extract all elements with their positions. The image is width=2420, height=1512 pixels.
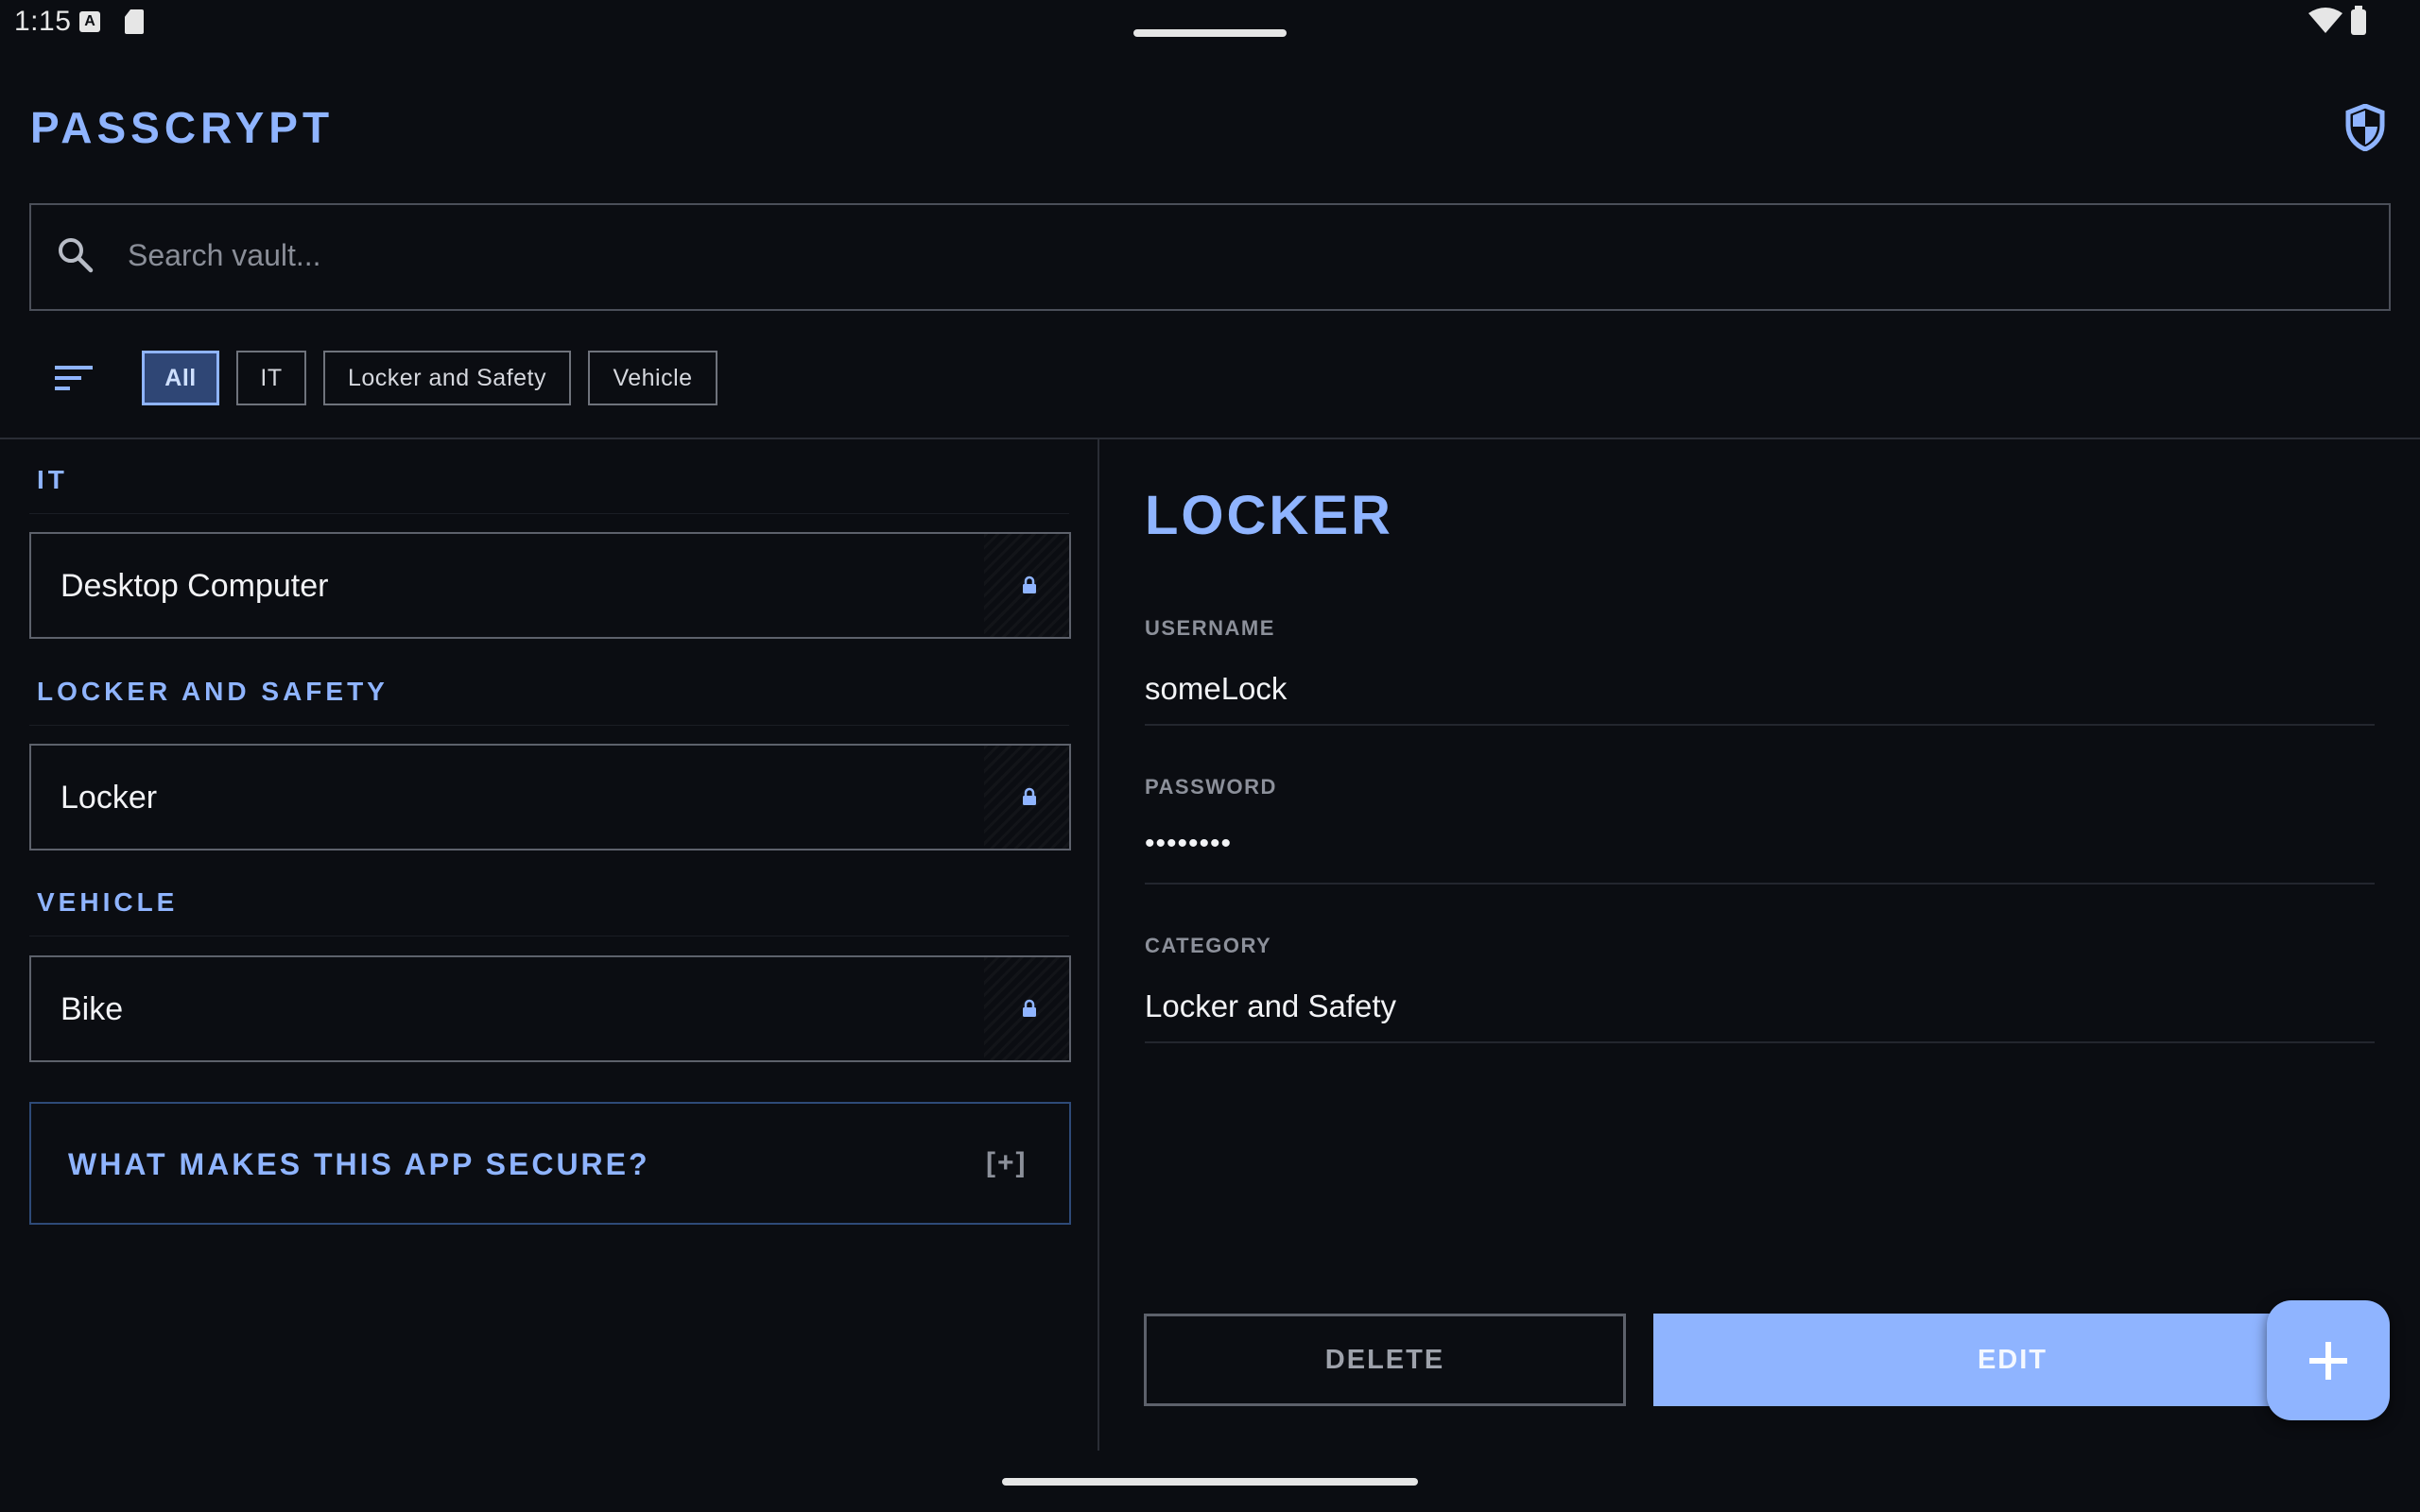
section-heading-locker-and-safety: LOCKER AND SAFETY (37, 677, 389, 706)
lock-icon (1023, 576, 1036, 593)
category-value: Locker and Safety (1145, 988, 1396, 1023)
battery-icon (2351, 6, 2366, 35)
top-handle (1133, 29, 1287, 37)
username-value: someLock (1145, 671, 1288, 706)
edit-button[interactable]: EDIT (1653, 1314, 2372, 1406)
vault-entry-desktop-computer[interactable]: Desktop Computer (29, 532, 1071, 639)
sort-icon[interactable] (55, 364, 93, 392)
header-divider (0, 438, 2420, 439)
field-divider (1145, 883, 2375, 885)
lock-icon (1023, 999, 1036, 1017)
app-title: PASSCRYPT (30, 103, 335, 152)
entry-label: Desktop Computer (60, 568, 329, 604)
search-icon (59, 238, 94, 273)
section-rule (29, 725, 1069, 726)
category-label: CATEGORY (1145, 934, 1272, 957)
filter-chip-locker-and-safety[interactable]: Locker and Safety (323, 351, 571, 405)
plus-icon (2309, 1341, 2347, 1380)
detail-title: LOCKER (1145, 485, 1393, 546)
section-heading-vehicle: VEHICLE (37, 887, 179, 917)
add-entry-button[interactable] (2267, 1300, 2390, 1420)
security-info-label: WHAT MAKES THIS APP SECURE? (68, 1147, 650, 1181)
search-input[interactable] (128, 232, 2302, 279)
status-time: 1:15 (14, 6, 72, 37)
expand-toggle[interactable]: [+] (986, 1147, 1028, 1179)
filter-chip-it[interactable]: IT (236, 351, 306, 405)
a-notification-icon: A (79, 11, 100, 32)
sd-card-icon (125, 9, 144, 34)
field-divider (1145, 1041, 2375, 1043)
shield-icon[interactable] (2345, 104, 2385, 151)
section-heading-it: IT (37, 465, 68, 494)
delete-button[interactable]: DELETE (1144, 1314, 1626, 1406)
entry-label: Bike (60, 991, 124, 1027)
field-divider (1145, 724, 2375, 726)
wifi-icon (2308, 8, 2342, 33)
navigation-handle[interactable] (1002, 1478, 1418, 1486)
pane-divider (1098, 439, 1099, 1451)
username-label: USERNAME (1145, 616, 1275, 640)
filter-chip-vehicle[interactable]: Vehicle (588, 351, 717, 405)
vault-entry-locker[interactable]: Locker (29, 744, 1071, 850)
section-rule (29, 513, 1069, 514)
entry-label: Locker (60, 780, 158, 816)
password-value[interactable]: •••••••• (1145, 828, 1232, 860)
vault-entry-bike[interactable]: Bike (29, 955, 1071, 1062)
filter-chip-all[interactable]: All (142, 351, 219, 405)
lock-icon (1023, 787, 1036, 805)
password-label: PASSWORD (1145, 775, 1277, 799)
